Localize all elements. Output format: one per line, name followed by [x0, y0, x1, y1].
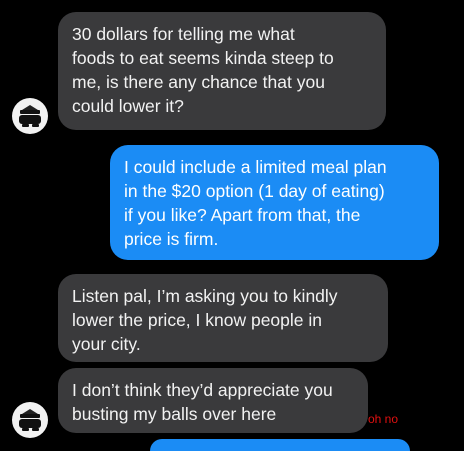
incoming-message-bubble[interactable]: 30 dollars for telling me what foods to … — [58, 12, 386, 130]
handwritten-annotation: oh no — [368, 412, 399, 426]
outgoing-message-bubble-partial[interactable] — [150, 439, 410, 451]
outgoing-message-bubble[interactable]: I could include a limited meal plan in t… — [110, 145, 439, 260]
incoming-message-bubble[interactable]: Listen pal, I’m asking you to kindly low… — [58, 274, 388, 362]
contact-avatar-icon[interactable] — [12, 402, 48, 438]
contact-avatar-icon[interactable] — [12, 98, 48, 134]
message-thread: 30 dollars for telling me what foods to … — [0, 0, 464, 451]
incoming-message-bubble[interactable]: I don’t think they’d appreciate you bust… — [58, 368, 368, 433]
